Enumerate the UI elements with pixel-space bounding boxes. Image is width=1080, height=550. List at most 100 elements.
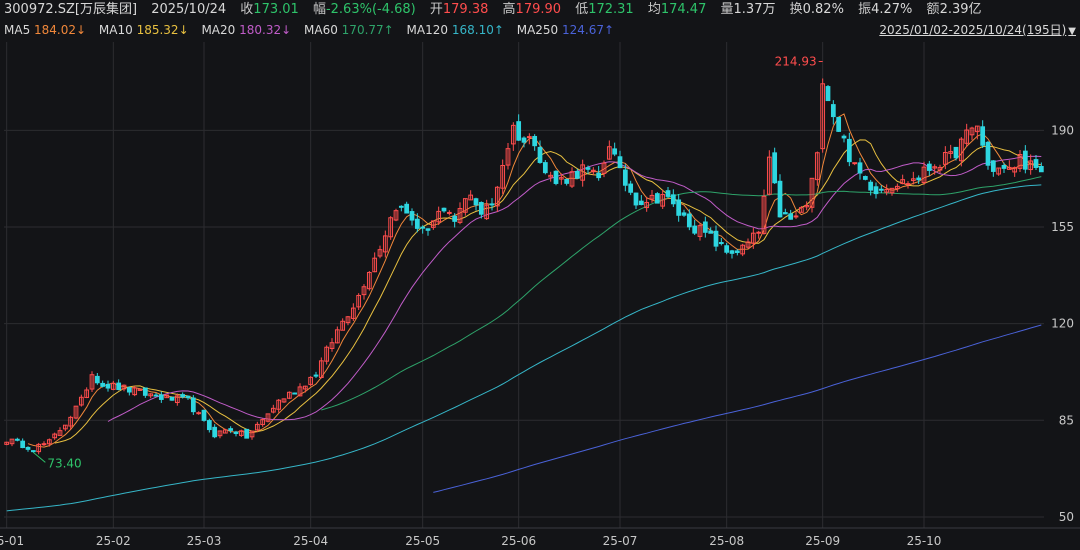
kline-chart[interactable]: 5085120155190 25-0125-0225-0325-0425-052…: [0, 0, 1080, 550]
x-tick-label: 25-03: [187, 534, 222, 548]
x-axis: 25-01 25-02 25-03 25-04 25-05 25-06 25-07 25-08…: [0, 534, 941, 548]
candle-body: [313, 374, 319, 377]
candle-body: [729, 250, 735, 254]
candlesticks: [4, 78, 1044, 455]
candle-body: [206, 420, 212, 431]
candle-body: [980, 126, 986, 146]
candle-body: [116, 382, 122, 391]
candle-body: [228, 428, 234, 431]
ma-line-ma20: [107, 155, 1042, 422]
candle-body: [633, 192, 639, 206]
candle-body: [585, 167, 591, 170]
candle-body: [628, 183, 634, 193]
candle-body: [788, 213, 794, 220]
candle-body: [1038, 165, 1044, 173]
candle-body: [878, 188, 884, 191]
candle-body: [233, 431, 239, 435]
candle-body: [596, 172, 602, 179]
candle-body: [404, 203, 410, 214]
candle-body: [41, 443, 47, 446]
candle-body: [676, 199, 682, 216]
candle-body: [1033, 159, 1039, 168]
candle-body: [702, 221, 708, 233]
y-axis: 50 85 120 155 190: [1051, 123, 1074, 524]
candle-body: [153, 394, 159, 397]
candle-body: [196, 412, 202, 415]
candle-body: [441, 207, 447, 212]
ma-line-ma60: [321, 176, 1042, 411]
candle-body: [670, 194, 676, 205]
x-tick-label: 25-05: [405, 534, 440, 548]
candle-body: [990, 160, 996, 172]
x-tick-label: 25-10: [907, 534, 942, 548]
x-tick-label: 25-04: [293, 534, 328, 548]
candle-body: [489, 203, 495, 206]
candle-body: [708, 230, 714, 234]
candle-body: [862, 176, 868, 180]
candle-body: [473, 198, 479, 206]
candle-body: [612, 148, 618, 155]
y-tick-label: 190: [1051, 123, 1074, 137]
candle-body: [905, 183, 911, 186]
candle-body: [777, 180, 783, 218]
chart-grid: [0, 42, 1080, 529]
candle-body: [713, 230, 719, 247]
candle-body: [553, 170, 559, 184]
candle-body: [857, 162, 863, 174]
candle-body: [169, 396, 175, 401]
x-tick-label: 25-09: [805, 534, 840, 548]
y-tick-label: 50: [1059, 510, 1074, 524]
candle-body: [158, 394, 164, 400]
candle-body: [420, 226, 426, 229]
candle-body: [734, 250, 740, 254]
candle-body: [564, 178, 570, 184]
candle-body: [868, 181, 874, 191]
candle-body: [532, 135, 538, 147]
y-tick-label: 85: [1059, 413, 1074, 427]
candle-body: [852, 162, 858, 165]
candle-body: [617, 156, 623, 169]
candle-body: [94, 375, 100, 384]
candle-body: [201, 409, 207, 421]
candle-body: [105, 383, 111, 389]
candle-body: [1022, 150, 1028, 170]
candle-body: [686, 213, 692, 228]
candle-body: [516, 121, 522, 141]
candle-body: [836, 116, 842, 132]
annotation-label: 214.93: [775, 55, 817, 69]
price-annotations: 214.93 73.40: [33, 55, 823, 470]
x-tick-label: 25-08: [709, 534, 744, 548]
candle-body: [793, 215, 799, 218]
candle-body: [126, 387, 132, 393]
candle-body: [425, 228, 431, 231]
x-tick-label: 25-07: [603, 534, 638, 548]
annotation-leader: [33, 451, 46, 463]
x-tick-label: 25-01: [0, 534, 24, 548]
candle-body: [478, 202, 484, 215]
candle-body: [398, 205, 404, 208]
candle-body: [20, 440, 26, 449]
candle-body: [180, 394, 186, 398]
candle-body: [916, 177, 922, 181]
candle-body: [622, 169, 628, 186]
ma-line-ma10: [54, 139, 1042, 444]
candle-body: [830, 104, 836, 118]
annotation-label: 73.40: [47, 456, 81, 470]
candle-body: [14, 438, 20, 441]
candle-body: [142, 387, 148, 396]
y-tick-label: 155: [1051, 220, 1074, 234]
ma-line-ma250: [433, 324, 1042, 493]
candle-body: [185, 395, 191, 399]
candle-body: [446, 211, 452, 214]
candle-body: [724, 245, 730, 253]
candle-body: [665, 190, 671, 197]
candle-body: [926, 163, 932, 171]
candle-body: [638, 200, 644, 206]
candle-body: [681, 212, 687, 216]
ma-line-ma5: [27, 113, 1042, 448]
candle-body: [1001, 165, 1007, 169]
candle-body: [414, 218, 420, 229]
candle-body: [409, 211, 415, 221]
candle-body: [718, 242, 724, 245]
moving-average-lines: [6, 113, 1042, 512]
